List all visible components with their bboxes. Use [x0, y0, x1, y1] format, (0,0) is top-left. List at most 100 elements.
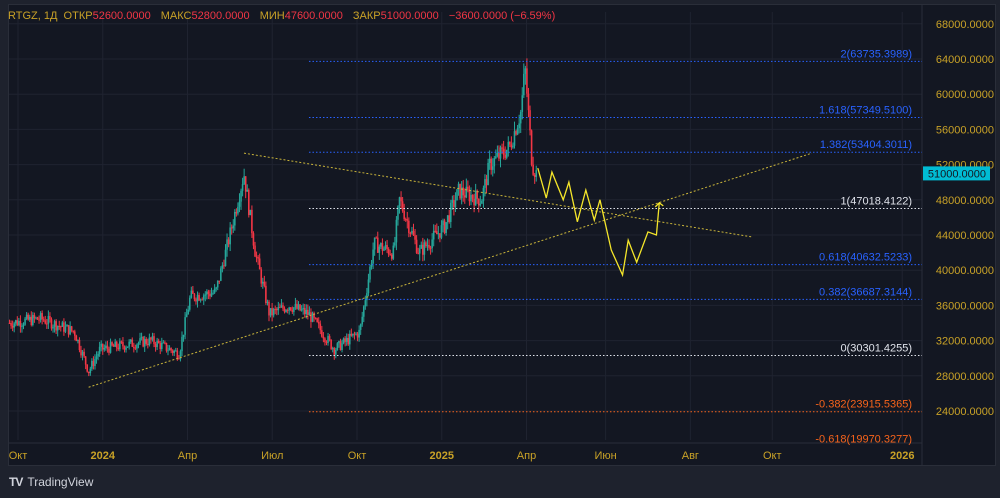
- price-tick-label: 40000.0000: [936, 265, 994, 277]
- candle-body: [220, 268, 222, 281]
- candle-body: [403, 210, 405, 220]
- candle-body: [230, 227, 233, 229]
- candle-body: [527, 93, 530, 111]
- candle-body: [30, 316, 33, 326]
- candle-body: [378, 246, 381, 253]
- candle-body: [258, 258, 261, 270]
- candle-body: [64, 326, 67, 332]
- candle-body: [275, 309, 278, 311]
- candle-body: [105, 345, 107, 349]
- candle-body: [348, 333, 351, 345]
- candle-body: [401, 201, 404, 211]
- tradingview-brand[interactable]: TV TradingView: [9, 475, 93, 489]
- candle-body: [523, 73, 525, 96]
- candle-body: [333, 348, 336, 355]
- candle-body: [87, 371, 90, 374]
- candle-body: [97, 353, 99, 357]
- candle-body: [11, 325, 14, 328]
- candle-body: [282, 305, 284, 309]
- fib-level-label: 1.618(57349.5100): [819, 105, 912, 117]
- candle-body: [215, 287, 217, 289]
- candle-body: [246, 189, 249, 192]
- candle-body: [218, 280, 221, 282]
- candle-body: [303, 308, 306, 315]
- candle-body: [165, 342, 168, 351]
- candle-body: [178, 358, 180, 360]
- candle-body: [21, 325, 23, 327]
- candle-body: [322, 336, 325, 339]
- candle-body: [265, 285, 267, 303]
- candle-body: [359, 324, 362, 330]
- candle-body: [386, 244, 388, 249]
- candle-body: [207, 291, 210, 294]
- candle-body: [530, 130, 533, 165]
- candle-body: [173, 350, 176, 353]
- candle-body: [440, 225, 443, 238]
- symbol-label[interactable]: RTGZ, 1Д: [8, 10, 57, 22]
- candle-body: [56, 325, 59, 331]
- price-chart[interactable]: 68000.0000 64000.0000 60000.0000 56000.0000…: [0, 0, 1000, 470]
- candle-body: [463, 195, 466, 198]
- candle-body: [145, 339, 148, 344]
- candle-body: [227, 239, 230, 245]
- candle-body: [279, 307, 281, 309]
- candle-body: [454, 200, 457, 208]
- time-tick-label: Апр: [178, 450, 197, 462]
- candle-body: [266, 301, 269, 303]
- candle-body: [395, 219, 398, 243]
- candle-body: [289, 307, 292, 311]
- trend-line: [243, 152, 753, 238]
- candle-body: [254, 245, 256, 257]
- candle-body: [345, 337, 348, 342]
- candle-body: [198, 294, 200, 301]
- candle-body: [493, 158, 496, 167]
- candle-body: [162, 342, 165, 344]
- candle-body: [115, 341, 118, 348]
- fib-level-label: 0(30301.4255): [840, 343, 912, 355]
- candle-body: [481, 200, 483, 204]
- last-price-label: 51000.0000: [928, 168, 986, 180]
- ohlc-legend: RTGZ, 1Д ОТКР52600.0000 МАКС52800.0000 М…: [8, 10, 562, 22]
- candle-body: [314, 317, 317, 319]
- candle-body: [47, 315, 50, 324]
- candle-body: [381, 243, 384, 251]
- candle-body: [422, 244, 424, 255]
- candle-body: [190, 290, 193, 298]
- candle-body: [249, 209, 252, 216]
- candle-body: [474, 190, 477, 206]
- candle-body: [482, 187, 485, 201]
- candle-body: [384, 244, 387, 249]
- brand-label: TradingView: [27, 475, 94, 489]
- fib-level-label: 2(63735.3989): [840, 48, 912, 60]
- candle-body: [526, 68, 528, 94]
- candle-body: [468, 190, 471, 202]
- candle-body: [83, 351, 85, 357]
- candle-body: [8, 323, 11, 324]
- candle-body: [195, 299, 197, 302]
- price-tick-label: 32000.0000: [936, 336, 994, 348]
- candle-body: [94, 359, 96, 367]
- candle-body: [36, 317, 39, 320]
- candle-body: [170, 348, 172, 351]
- candle-body: [496, 152, 499, 157]
- candle-body: [451, 200, 454, 203]
- candle-body: [325, 341, 328, 343]
- candle-body: [46, 323, 48, 325]
- candle-body: [436, 231, 438, 235]
- candle-body: [404, 219, 407, 221]
- candle-body: [434, 230, 437, 232]
- candle-body: [490, 158, 492, 170]
- fib-level-label: 1.382(53404.3011): [820, 139, 912, 151]
- candle-body: [204, 294, 207, 296]
- candle-body: [319, 323, 322, 331]
- candle-body: [449, 202, 452, 222]
- candle-body: [272, 309, 275, 316]
- candle-body: [398, 197, 401, 207]
- candle-body: [241, 184, 244, 191]
- candle-body: [285, 310, 287, 312]
- candle-body: [291, 310, 294, 312]
- candle-body: [376, 237, 379, 253]
- candle-body: [103, 348, 106, 350]
- candle-body: [446, 215, 449, 223]
- close-value: 51000.0000: [380, 10, 439, 22]
